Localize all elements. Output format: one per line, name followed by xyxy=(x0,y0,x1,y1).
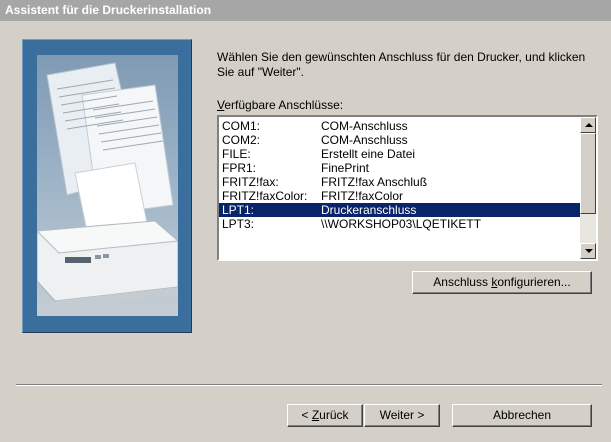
ports-scrollbar[interactable] xyxy=(580,117,596,259)
port-name: FRITZ!faxColor: xyxy=(222,189,308,203)
scroll-thumb[interactable] xyxy=(580,133,596,214)
footer-separator xyxy=(16,384,602,386)
printer-wizard-window: Assistent für die Druckerinstallation Wä… xyxy=(0,0,611,442)
port-name: COM1: xyxy=(222,119,261,133)
port-description: COM-Anschluss xyxy=(321,119,408,133)
port-list-item[interactable]: FRITZ!fax: FRITZ!fax Anschluß xyxy=(219,175,580,189)
configure-port-button[interactable]: Anschluss konfigurieren... xyxy=(412,271,592,294)
port-name: COM2: xyxy=(222,133,261,147)
port-list-item[interactable]: LPT1: Druckeranschluss xyxy=(219,203,580,217)
port-description: FRITZ!fax Anschluß xyxy=(321,175,428,189)
port-name: LPT1: xyxy=(222,203,255,217)
scroll-down-button[interactable] xyxy=(580,243,596,259)
back-button[interactable]: < Zurück xyxy=(287,404,363,427)
port-description: Druckeranschluss xyxy=(321,203,417,217)
available-ports-label: Verfügbare Anschlüsse: xyxy=(217,98,343,112)
ports-listbox[interactable]: COM1: COM-Anschluss COM2: COM-Anschluss FILE… xyxy=(217,115,598,261)
printer-illustration xyxy=(37,55,178,316)
next-button[interactable]: Weiter > xyxy=(364,404,440,427)
port-name: FPR1: xyxy=(222,161,257,175)
port-description: FRITZ!faxColor xyxy=(321,189,404,203)
port-description: COM-Anschluss xyxy=(321,133,408,147)
window-title: Assistent für die Druckerinstallation xyxy=(0,0,611,21)
port-description: \\WORKSHOP03\LQETIKETT xyxy=(321,217,482,231)
port-list-item[interactable]: FPR1: FinePrint xyxy=(219,161,580,175)
port-list-item[interactable]: FRITZ!faxColor: FRITZ!faxColor xyxy=(219,189,580,203)
back-label-pre: < xyxy=(301,408,312,422)
back-label-post: urück xyxy=(319,408,349,422)
port-list-item[interactable]: COM2: COM-Anschluss xyxy=(219,133,580,147)
ports-list: COM1: COM-Anschluss COM2: COM-Anschluss FILE… xyxy=(219,117,580,259)
port-name: LPT3: xyxy=(222,217,255,231)
available-ports-label-text: erfügbare Anschlüsse: xyxy=(224,98,344,112)
configure-port-label-post: onfigurieren... xyxy=(497,275,571,289)
port-name: FRITZ!fax: xyxy=(222,175,279,189)
instruction-text: Wählen Sie den gewünschten Anschluss für… xyxy=(217,50,586,79)
port-name: FILE: xyxy=(222,147,251,161)
arrow-down-icon xyxy=(585,249,593,253)
printer-paper-image xyxy=(37,62,178,309)
port-list-item[interactable]: FILE: Erstellt eine Datei xyxy=(219,147,580,161)
port-list-item[interactable]: COM1: COM-Anschluss xyxy=(219,119,580,133)
cancel-button[interactable]: Abbrechen xyxy=(452,404,592,427)
port-description: Erstellt eine Datei xyxy=(321,147,416,161)
port-list-item[interactable]: LPT3: \\WORKSHOP03\LQETIKETT xyxy=(219,217,580,231)
arrow-up-icon xyxy=(585,123,593,127)
wizard-illustration-frame xyxy=(22,39,192,333)
scroll-up-button[interactable] xyxy=(580,117,596,133)
configure-port-label-pre: Anschluss xyxy=(433,275,492,289)
port-description: FinePrint xyxy=(321,161,370,175)
